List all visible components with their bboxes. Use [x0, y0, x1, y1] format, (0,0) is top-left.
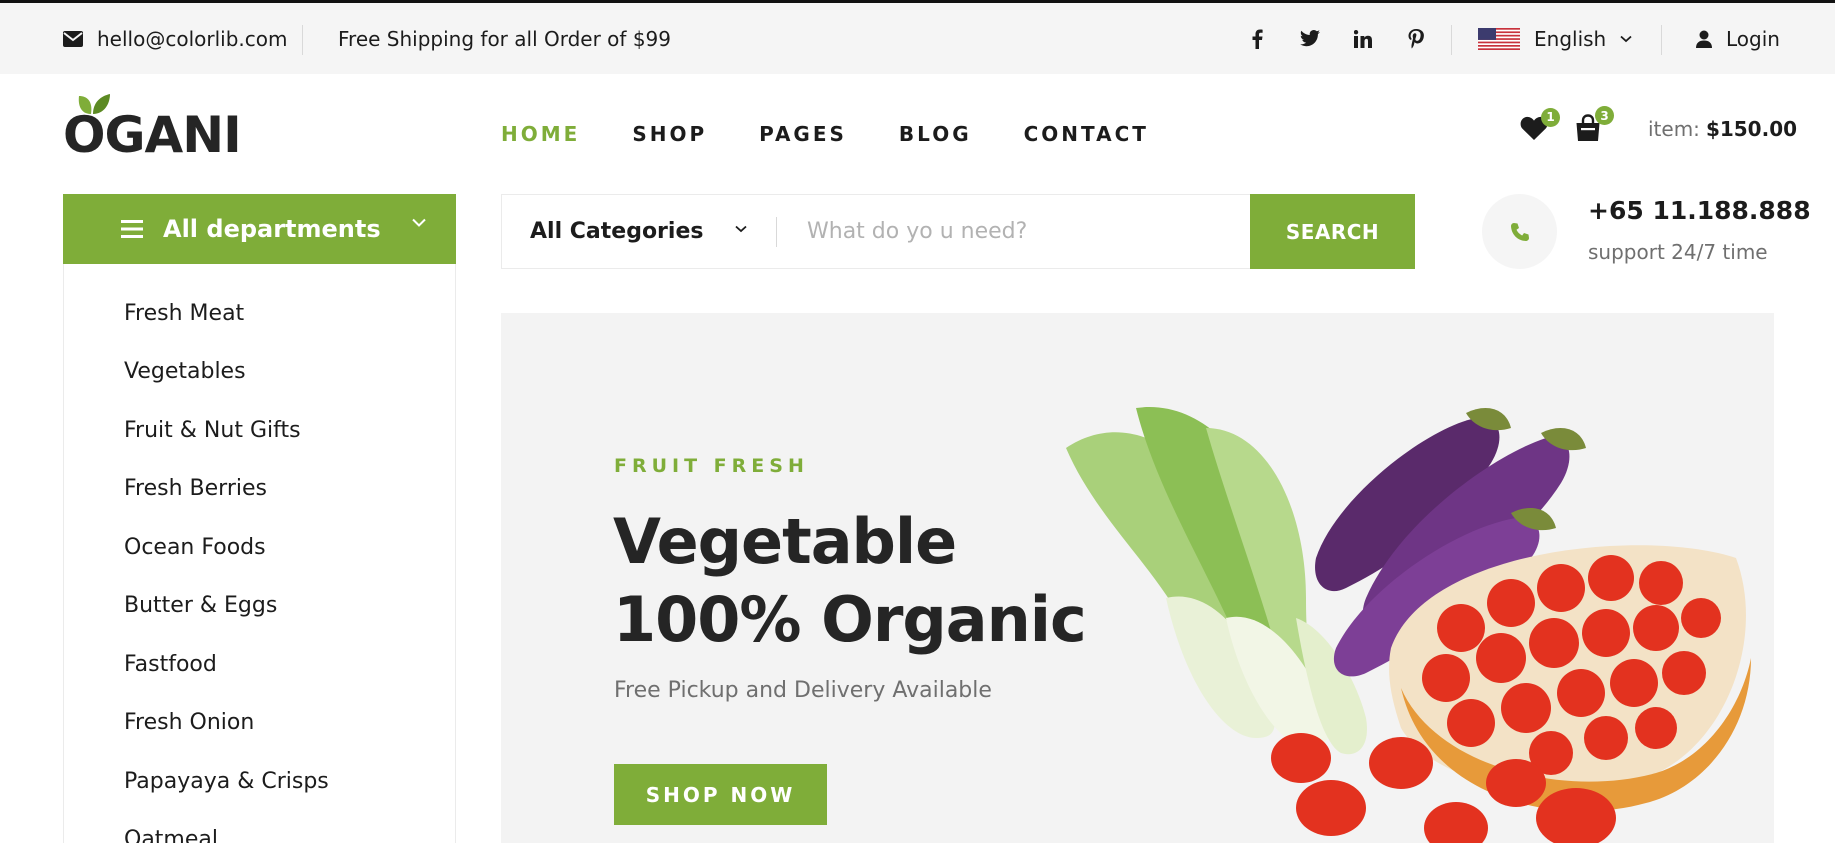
department-item[interactable]: Fresh Onion — [64, 694, 455, 753]
category-select-value: All Categories — [530, 219, 704, 244]
department-item[interactable]: Ocean Foods — [64, 518, 455, 577]
hero-subtitle: Free Pickup and Delivery Available — [614, 678, 992, 703]
top-bar: hello@colorlib.com Free Shipping for all… — [0, 0, 1835, 74]
divider — [1661, 25, 1662, 55]
facebook-icon[interactable] — [1245, 29, 1269, 49]
shipping-notice: Free Shipping for all Order of $99 — [338, 26, 671, 51]
departments-list: Fresh Meat Vegetables Fruit & Nut Gifts … — [63, 264, 456, 843]
department-item[interactable]: Fresh Meat — [64, 284, 455, 343]
phone-icon — [1510, 222, 1529, 241]
search-button[interactable]: SEARCH — [1250, 194, 1415, 269]
header-icons: 1 3 — [1520, 106, 1628, 150]
logo-text: OGANI — [63, 106, 242, 164]
pinterest-icon[interactable] — [1404, 28, 1428, 49]
main-nav: HOME SHOP PAGES BLOG CONTACT — [501, 114, 1149, 154]
email-text: hello@colorlib.com — [97, 26, 288, 51]
logo[interactable]: OGANI — [63, 92, 243, 162]
wishlist-count: 1 — [1541, 107, 1560, 127]
department-item[interactable]: Oatmeal — [64, 811, 455, 843]
all-departments-toggle[interactable]: All departments — [63, 194, 456, 264]
search-input[interactable]: What do yo u need? — [807, 195, 1027, 268]
social-links — [1245, 3, 1457, 74]
envelope-icon — [63, 30, 83, 47]
category-select[interactable]: All Categories — [502, 195, 777, 268]
department-item[interactable]: Vegetables — [64, 343, 455, 402]
vegetables-image — [1066, 407, 1751, 843]
chevron-down-icon — [735, 225, 747, 233]
cart-count: 3 — [1595, 106, 1614, 125]
divider — [302, 25, 303, 55]
shop-now-button[interactable]: SHOP NOW — [614, 764, 827, 825]
language-label: English — [1534, 26, 1607, 51]
nav-contact[interactable]: CONTACT — [1024, 122, 1149, 146]
nav-shop[interactable]: SHOP — [632, 122, 707, 146]
phone-icon-circle — [1482, 194, 1557, 269]
cart-button[interactable]: 3 — [1574, 106, 1614, 142]
cart-total[interactable]: item: $150.00 — [1648, 114, 1797, 144]
nav-pages[interactable]: PAGES — [759, 122, 847, 146]
nav-blog[interactable]: BLOG — [899, 122, 972, 146]
department-item[interactable]: Papayaya & Crisps — [64, 752, 455, 811]
support-phone[interactable]: +65 11.188.888 — [1588, 196, 1811, 225]
divider — [1451, 25, 1452, 55]
menu-icon — [121, 220, 143, 238]
cart-total-value: $150.00 — [1705, 117, 1798, 141]
divider — [776, 217, 777, 247]
department-item[interactable]: Fruit & Nut Gifts — [64, 401, 455, 460]
department-item[interactable]: Butter & Eggs — [64, 577, 455, 636]
department-item[interactable]: Fresh Berries — [64, 460, 455, 519]
support-text: support 24/7 time — [1588, 240, 1768, 264]
nav-home[interactable]: HOME — [501, 122, 580, 146]
chevron-down-icon — [1620, 35, 1632, 42]
chevron-down-icon — [412, 218, 426, 227]
wishlist-button[interactable]: 1 — [1520, 107, 1560, 141]
login-label: Login — [1726, 26, 1780, 51]
language-selector[interactable]: English — [1478, 3, 1632, 74]
department-item[interactable]: Fastfood — [64, 635, 455, 694]
login-link[interactable]: Login — [1696, 3, 1780, 74]
twitter-icon[interactable] — [1298, 30, 1322, 47]
hero-kicker: FRUIT FRESH — [614, 455, 809, 477]
us-flag-icon — [1478, 27, 1520, 50]
top-email[interactable]: hello@colorlib.com — [63, 3, 287, 74]
hero-banner: FRUIT FRESH Vegetable 100% Organic Free … — [501, 313, 1774, 843]
linkedin-icon[interactable] — [1351, 29, 1375, 48]
departments-title: All departments — [163, 215, 381, 243]
cart-total-label: item: — [1648, 117, 1700, 141]
user-icon — [1696, 30, 1712, 48]
